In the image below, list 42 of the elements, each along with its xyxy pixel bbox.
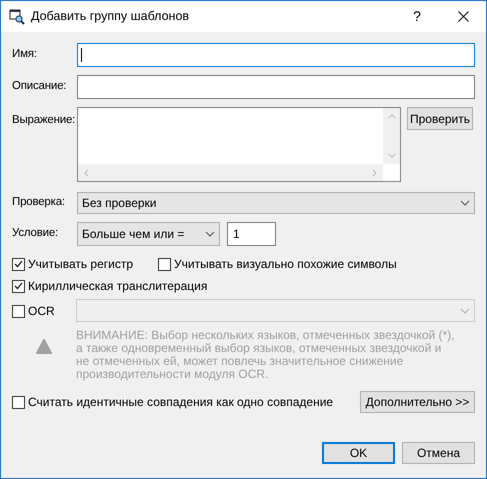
ocr-warning: ВНИМАНИЕ: Выбор нескольких языков, отмеченных звездочкой (*), а также одновременный выбор языков, отмеченных звездочкой и не отмеченных ей, может повлечь значительное снижение производительности модуля OCR.: [76, 329, 456, 381]
checkbox[interactable]: [12, 396, 25, 408]
field-label: Условие:: [12, 226, 60, 242]
app-icon: [9, 8, 25, 24]
validation-dropdown[interactable]: Без проверки: [77, 192, 475, 214]
description-field[interactable]: [77, 75, 475, 99]
close-icon: [458, 11, 468, 22]
window-title: Добавить группу шаблонов: [31, 8, 190, 26]
chevron-left-icon: [84, 168, 89, 176]
chevron-down-icon: [388, 153, 396, 158]
chevron-down-icon: [205, 231, 215, 237]
checkbox[interactable]: [158, 258, 171, 270]
checkmark-icon: [14, 260, 23, 268]
dialog-button[interactable]: Отмена: [402, 442, 475, 464]
help-button[interactable]: ?: [394, 1, 440, 32]
field-label: Проверка:: [12, 195, 66, 210]
condition-dropdown[interactable]: Больше чем или =: [77, 222, 220, 246]
checkbox[interactable]: [12, 280, 25, 292]
checkbox-label: Учитывать регистр: [28, 256, 134, 273]
expression-field[interactable]: [77, 107, 401, 182]
checkbox-label: Учитывать визуально похожие символы: [174, 256, 397, 273]
dialog-button[interactable]: OK: [322, 442, 395, 464]
chevron-right-icon: [372, 168, 377, 176]
vertical-scrollbar[interactable]: [383, 108, 400, 164]
checkmark-icon: [14, 282, 23, 290]
checkbox-label: OCR: [28, 303, 55, 320]
checkbox[interactable]: [12, 258, 25, 270]
chevron-down-icon: [460, 308, 470, 314]
more-button[interactable]: Дополнительно >>: [360, 391, 475, 413]
chevron-down-icon: [460, 200, 470, 206]
check-button[interactable]: Проверить: [407, 107, 473, 130]
field-label: Описание:: [12, 79, 68, 94]
field-label: Выражение:: [12, 113, 76, 128]
name-field[interactable]: [77, 43, 475, 67]
chevron-up-icon: [388, 114, 396, 119]
field-label: Имя:: [12, 47, 38, 62]
checkbox-label: Считать идентичные совпадения как одно совпадение: [28, 394, 334, 411]
horizontal-scrollbar[interactable]: [78, 164, 383, 181]
count-field[interactable]: 1: [227, 222, 276, 246]
checkbox[interactable]: [12, 304, 25, 318]
warning-icon: [36, 339, 52, 354]
checkbox-label: Кириллическая транслитерация: [28, 278, 208, 295]
